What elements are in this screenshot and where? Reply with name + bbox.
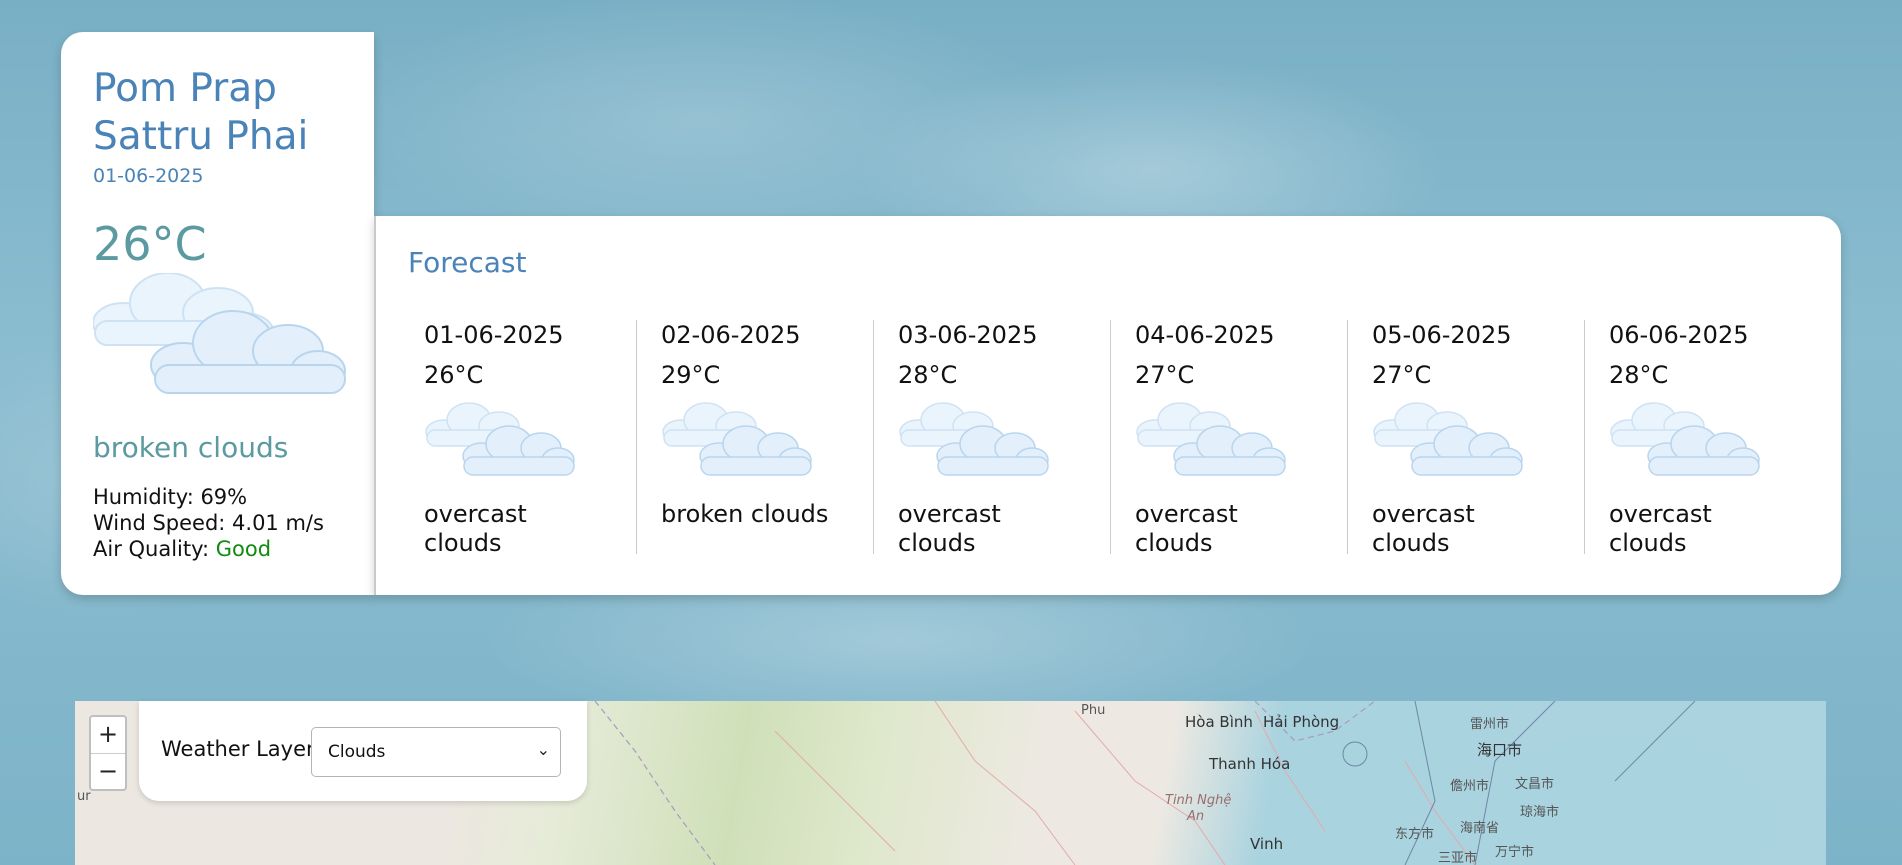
map-label-tinh-nghe: Tinh Nghệ bbox=[1165, 793, 1232, 808]
map-label-sanya: 三亚市 bbox=[1438, 851, 1478, 865]
clouds-icon bbox=[425, 402, 575, 476]
forecast-day: 06-06-2025 28°C overcast clouds bbox=[1585, 320, 1822, 557]
forecast-temp: 27°C bbox=[1135, 361, 1195, 389]
map-label-haikou: 海口市 bbox=[1477, 741, 1523, 759]
forecast-description: overcast clouds bbox=[898, 500, 1001, 557]
forecast-temp: 28°C bbox=[1609, 361, 1669, 389]
forecast-panel: Forecast 01-06-2025 26°C overcast clouds… bbox=[374, 216, 1841, 595]
forecast-day: 01-06-2025 26°C overcast clouds bbox=[400, 320, 637, 557]
forecast-date: 01-06-2025 bbox=[424, 321, 564, 349]
weather-layer-control: Weather Layer: Clouds ⌄ bbox=[139, 701, 587, 801]
forecast-title: Forecast bbox=[408, 246, 527, 279]
weather-layer-label: Weather Layer: bbox=[161, 737, 322, 761]
map-label-zhanjiang: 雷州市 bbox=[1470, 717, 1510, 732]
zoom-out-button[interactable]: − bbox=[91, 754, 125, 790]
map-label-wanning: 万宁市 bbox=[1495, 845, 1535, 860]
map-label-hainan: 海南省 bbox=[1460, 821, 1500, 836]
forecast-temp: 28°C bbox=[898, 361, 958, 389]
weather-details: Humidity: 69% Wind Speed: 4.01 m/s Air Q… bbox=[93, 484, 342, 562]
current-description: broken clouds bbox=[93, 431, 289, 464]
map-zoom-control: + − bbox=[89, 715, 127, 791]
map-label-hoa-binh: Hòa Bình bbox=[1185, 713, 1253, 731]
current-temperature: 26°C bbox=[93, 217, 207, 271]
clouds-icon bbox=[1610, 402, 1760, 476]
forecast-day: 05-06-2025 27°C overcast clouds bbox=[1348, 320, 1585, 557]
forecast-description: overcast clouds bbox=[424, 500, 527, 557]
map-label-ur: ur bbox=[77, 789, 91, 804]
forecast-description: broken clouds bbox=[661, 500, 829, 528]
clouds-icon bbox=[662, 402, 812, 476]
forecast-temp: 26°C bbox=[424, 361, 484, 389]
city-name-line2: Sattru Phai bbox=[93, 114, 309, 159]
forecast-day: 02-06-2025 29°C broken clouds bbox=[637, 320, 874, 554]
map-label-phu: Phu bbox=[1081, 703, 1106, 718]
wind-speed-text: Wind Speed: 4.01 m/s bbox=[93, 511, 324, 535]
air-quality-text: Air Quality: Good bbox=[93, 536, 342, 562]
forecast-date: 06-06-2025 bbox=[1609, 321, 1749, 349]
forecast-description: overcast clouds bbox=[1135, 500, 1238, 557]
weather-layer-selected: Clouds bbox=[328, 742, 386, 762]
map-label-wenchang: 文昌市 bbox=[1515, 777, 1555, 792]
clouds-icon bbox=[899, 402, 1049, 476]
air-quality-label: Air Quality: bbox=[93, 537, 216, 561]
forecast-temp: 29°C bbox=[661, 361, 721, 389]
map-label-thanh-hoa: Thanh Hóa bbox=[1209, 755, 1291, 773]
weather-layer-select[interactable]: Clouds ⌄ bbox=[311, 727, 561, 777]
broken-clouds-icon bbox=[93, 273, 346, 394]
forecast-description: overcast clouds bbox=[1609, 500, 1712, 557]
humidity-text: Humidity: 69% bbox=[93, 485, 248, 509]
forecast-date: 05-06-2025 bbox=[1372, 321, 1512, 349]
chevron-down-icon: ⌄ bbox=[536, 740, 550, 759]
map-label-vinh: Vinh bbox=[1250, 835, 1284, 853]
map-label-hai-phong: Hải Phòng bbox=[1263, 713, 1340, 731]
clouds-icon bbox=[1136, 402, 1286, 476]
current-date: 01-06-2025 bbox=[93, 165, 204, 187]
air-quality-value: Good bbox=[215, 537, 272, 561]
city-name-line1: Pom Prap bbox=[93, 66, 277, 111]
current-weather-card: Pom Prap Sattru Phai 01-06-2025 26°C bro… bbox=[61, 32, 374, 595]
forecast-temp: 27°C bbox=[1372, 361, 1432, 389]
forecast-description: overcast clouds bbox=[1372, 500, 1475, 557]
forecast-date: 03-06-2025 bbox=[898, 321, 1038, 349]
zoom-in-button[interactable]: + bbox=[91, 717, 125, 754]
forecast-day: 04-06-2025 27°C overcast clouds bbox=[1111, 320, 1348, 557]
city-name: Pom Prap Sattru Phai bbox=[93, 65, 342, 161]
map-label-an: An bbox=[1187, 809, 1205, 824]
map-label-danzhou: 儋州市 bbox=[1450, 779, 1490, 794]
clouds-icon bbox=[1373, 402, 1523, 476]
forecast-date: 02-06-2025 bbox=[661, 321, 801, 349]
forecast-date: 04-06-2025 bbox=[1135, 321, 1275, 349]
forecast-days: 01-06-2025 26°C overcast clouds 02-06-20… bbox=[400, 320, 1822, 557]
forecast-day: 03-06-2025 28°C overcast clouds bbox=[874, 320, 1111, 557]
map-label-qionghai: 琼海市 bbox=[1520, 805, 1560, 820]
map-label-dongfang: 东方市 bbox=[1395, 827, 1435, 842]
